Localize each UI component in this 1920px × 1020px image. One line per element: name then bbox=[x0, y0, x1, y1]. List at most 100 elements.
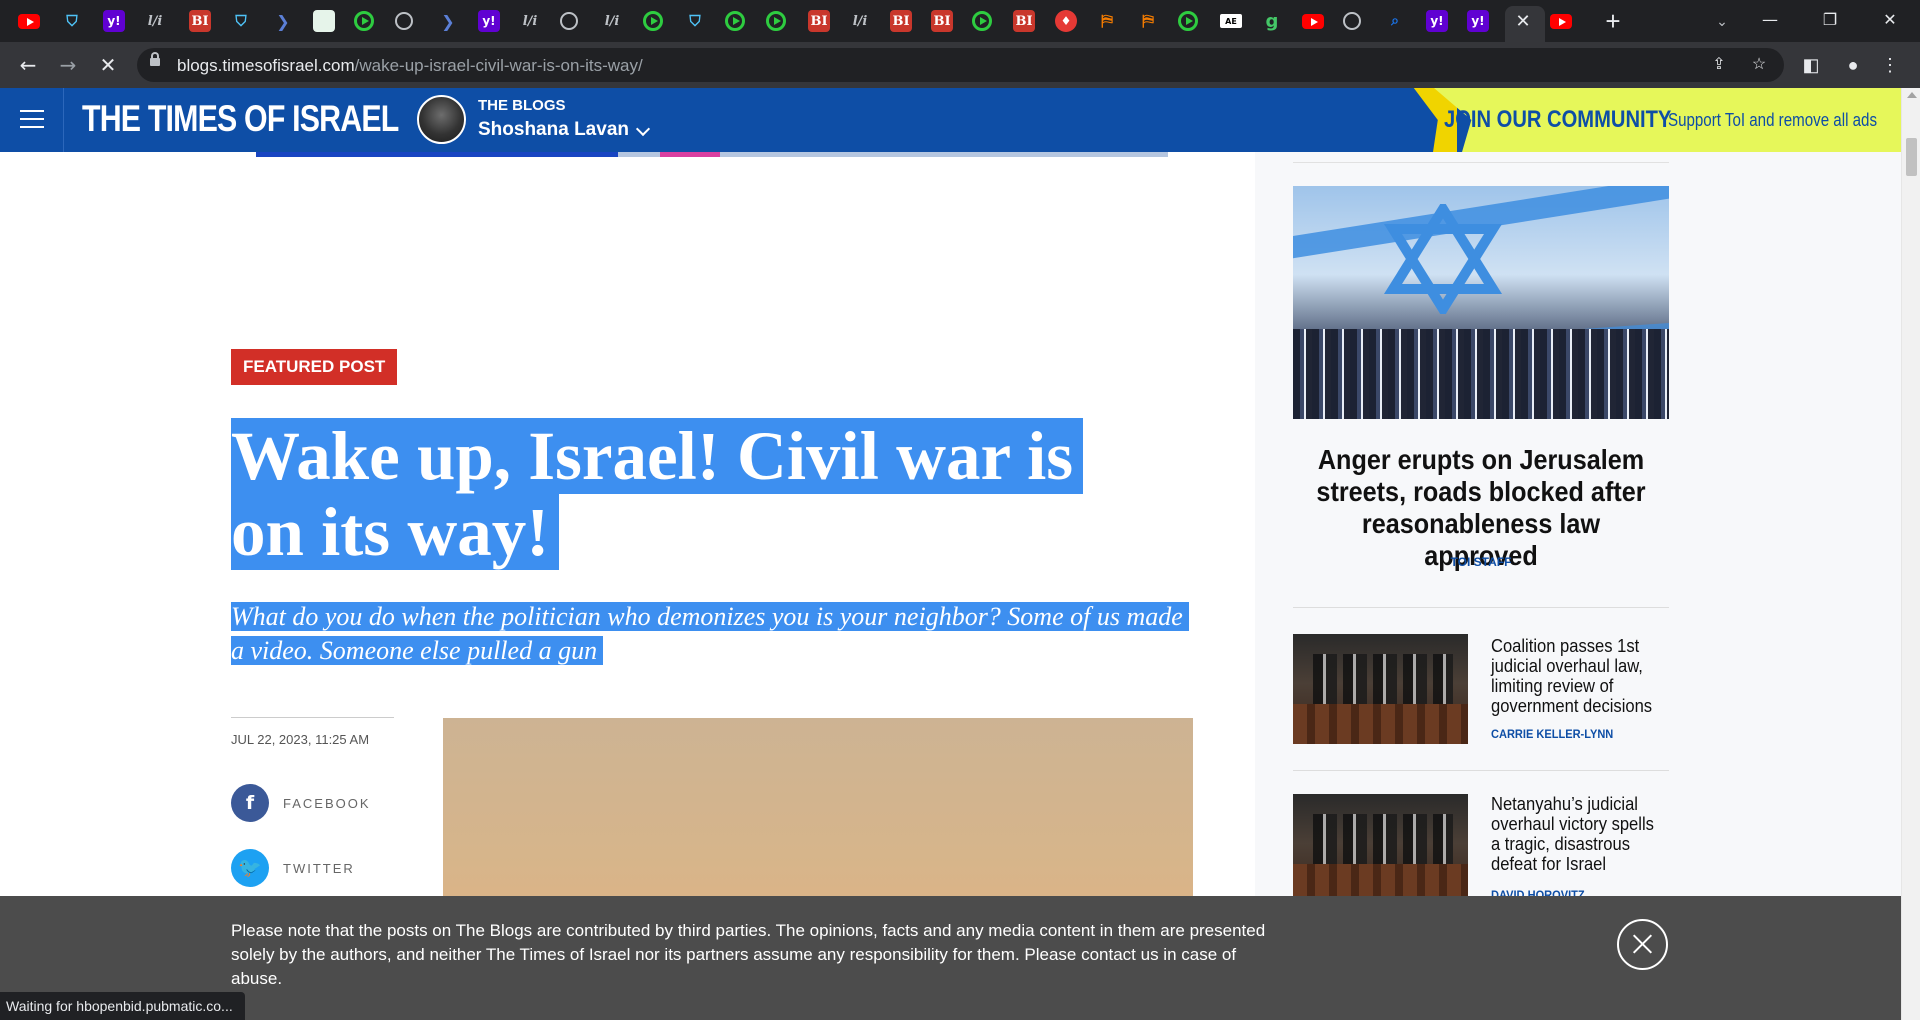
scroll-up-arrow-icon[interactable] bbox=[1907, 92, 1917, 98]
scrollbar-thumb[interactable] bbox=[1906, 138, 1917, 176]
sidebar-item-title[interactable]: Netanyahu’s judicial overhaul victory sp… bbox=[1491, 794, 1657, 874]
play-icon[interactable] bbox=[643, 11, 663, 31]
grid-icon[interactable] bbox=[313, 10, 335, 32]
shield-icon[interactable]: ⛉ bbox=[230, 10, 252, 32]
la-icon[interactable]: l/i bbox=[519, 10, 541, 32]
youtube-icon[interactable] bbox=[1302, 14, 1324, 29]
back-arrow-icon[interactable]: ← bbox=[12, 49, 44, 81]
youtube-icon[interactable] bbox=[1550, 14, 1572, 29]
play-icon[interactable] bbox=[725, 11, 745, 31]
yahoo-icon[interactable]: y! bbox=[1467, 10, 1489, 32]
close-window-icon[interactable]: ✕ bbox=[1860, 0, 1920, 40]
featured-post-badge[interactable]: FEATURED POST bbox=[231, 349, 398, 385]
sidebar-top-divider bbox=[1293, 162, 1669, 163]
blogs-label[interactable]: THE BLOGS bbox=[478, 97, 566, 114]
new-tab-button[interactable]: + bbox=[1598, 6, 1628, 36]
sidebar-item-thumbnail[interactable] bbox=[1293, 634, 1468, 744]
bi-icon[interactable]: BI bbox=[189, 10, 211, 32]
join-community-title[interactable]: JOIN OUR COMMUNITY bbox=[1444, 106, 1671, 134]
browser-tab-strip: ⛉ y! l/i BI ⛉ ❯ ❯ y! l/i l/i ⛉ BI l/i BI BI BI ♦ ⛿ ⛿ AE g ⌕ y!… bbox=[0, 0, 1920, 42]
mic-icon[interactable]: ♦ bbox=[1055, 10, 1077, 32]
search-icon[interactable]: ⌕ bbox=[1384, 10, 1406, 32]
sidebar-divider bbox=[1293, 607, 1669, 608]
play-icon[interactable] bbox=[972, 11, 992, 31]
book-icon[interactable]: ⛿ bbox=[1096, 10, 1118, 32]
globe-icon[interactable] bbox=[1343, 12, 1361, 30]
sidebar-item-title[interactable]: Coalition passes 1st judicial overhaul l… bbox=[1491, 636, 1657, 716]
thumbnail-figures bbox=[1313, 814, 1453, 874]
bi-icon[interactable]: BI bbox=[1013, 10, 1035, 32]
play-icon[interactable] bbox=[1178, 11, 1198, 31]
book-icon[interactable]: ⛿ bbox=[1137, 10, 1159, 32]
forward-arrow-icon[interactable]: → bbox=[52, 49, 84, 81]
publish-date: JUL 22, 2023, 11:25 AM bbox=[231, 732, 370, 747]
bookmark-star-icon[interactable]: ☆ bbox=[1748, 54, 1770, 76]
ad-banner-remnant-pink bbox=[660, 152, 720, 157]
vertical-scrollbar[interactable] bbox=[1901, 88, 1920, 1020]
address-bar[interactable]: blogs.timesofisrael.com/wake-up-israel-c… bbox=[137, 48, 1784, 82]
la-icon[interactable]: l/i bbox=[601, 10, 623, 32]
join-community-subtitle[interactable]: Support ToI and remove all ads bbox=[1668, 110, 1877, 131]
sidebar-item-author[interactable]: CARRIE KELLER-LYNN bbox=[1491, 727, 1613, 741]
share-facebook-button[interactable]: f FACEBOOK bbox=[231, 784, 401, 822]
yahoo-icon[interactable]: y! bbox=[103, 10, 125, 32]
g-icon[interactable]: g bbox=[1261, 10, 1283, 32]
arrow-icon[interactable]: ❯ bbox=[437, 10, 459, 32]
yahoo-icon[interactable]: y! bbox=[1426, 10, 1448, 32]
sidebar-item-thumbnail[interactable] bbox=[1293, 794, 1468, 904]
share-icon[interactable]: ⇪ bbox=[1708, 54, 1730, 76]
subhead-text: What do you do when the politician who d… bbox=[231, 602, 1189, 665]
shield-icon[interactable]: ⛉ bbox=[61, 10, 83, 32]
yahoo-icon[interactable]: y! bbox=[478, 10, 500, 32]
sidebar-divider bbox=[1293, 770, 1669, 771]
article-headline: Wake up, Israel! Civil war is on its way… bbox=[231, 418, 1161, 570]
restore-window-icon[interactable]: ❐ bbox=[1800, 0, 1860, 40]
chevron-down-icon[interactable] bbox=[635, 121, 651, 137]
bi-icon[interactable]: BI bbox=[808, 10, 830, 32]
crowd-silhouette bbox=[1293, 329, 1669, 419]
author-avatar[interactable] bbox=[417, 95, 466, 144]
browser-toolbar: ← → ✕ blogs.timesofisrael.com/wake-up-is… bbox=[0, 42, 1920, 88]
close-disclaimer-icon[interactable] bbox=[1617, 919, 1668, 970]
headline-text: Wake up, Israel! Civil war is on its way… bbox=[231, 418, 1084, 570]
play-icon[interactable] bbox=[766, 11, 786, 31]
sidebar-main-headline[interactable]: Anger erupts on Jerusalem streets, roads… bbox=[1312, 444, 1650, 572]
side-panel-icon[interactable]: ◧ bbox=[1795, 49, 1827, 81]
url-path: /wake-up-israel-civil-war-is-on-its-way/ bbox=[354, 56, 643, 75]
stop-loading-icon[interactable]: ✕ bbox=[92, 49, 124, 81]
arrow-icon[interactable]: ❯ bbox=[272, 10, 294, 32]
ae-icon[interactable]: AE bbox=[1220, 14, 1242, 28]
tab-search-icon[interactable]: ⌄ bbox=[1707, 6, 1737, 36]
profile-icon[interactable]: ● bbox=[1837, 49, 1869, 81]
author-name[interactable]: Shoshana Lavan bbox=[478, 119, 629, 141]
close-tab-icon[interactable]: ✕ bbox=[1511, 9, 1535, 33]
twitter-icon[interactable]: 🐦 bbox=[231, 849, 269, 887]
url-text[interactable]: blogs.timesofisrael.com/wake-up-israel-c… bbox=[177, 56, 643, 76]
share-label[interactable]: FACEBOOK bbox=[283, 796, 371, 811]
share-twitter-button[interactable]: 🐦 TWITTER bbox=[231, 849, 401, 887]
url-host: blogs.timesofisrael.com bbox=[177, 56, 355, 75]
bi-icon[interactable]: BI bbox=[890, 10, 912, 32]
globe-icon[interactable] bbox=[395, 12, 413, 30]
status-bubble: Waiting for hbopenbid.pubmatic.co... bbox=[0, 992, 245, 1020]
minimize-window-icon[interactable]: — bbox=[1740, 0, 1800, 40]
globe-icon[interactable] bbox=[560, 12, 578, 30]
hamburger-menu-icon[interactable] bbox=[20, 110, 44, 128]
more-menu-icon[interactable]: ⋮ bbox=[1874, 49, 1906, 81]
header-divider bbox=[63, 88, 64, 152]
la-icon[interactable]: l/i bbox=[144, 10, 166, 32]
youtube-icon[interactable] bbox=[18, 14, 40, 29]
bi-icon[interactable]: BI bbox=[931, 10, 953, 32]
star-of-david-icon bbox=[1383, 204, 1503, 314]
article-subhead: What do you do when the politician who d… bbox=[231, 600, 1201, 668]
shield-icon[interactable]: ⛉ bbox=[684, 10, 706, 32]
lock-icon[interactable] bbox=[150, 52, 160, 66]
sidebar-hero-image[interactable] bbox=[1293, 186, 1669, 419]
sidebar-main-author[interactable]: TOI STAFF bbox=[1293, 555, 1669, 569]
facebook-icon[interactable]: f bbox=[231, 784, 269, 822]
disclaimer-text: Please note that the posts on The Blogs … bbox=[231, 921, 1266, 988]
site-logo[interactable]: THE TIMES OF ISRAEL bbox=[82, 98, 399, 140]
play-icon[interactable] bbox=[354, 11, 374, 31]
la-icon[interactable]: l/i bbox=[849, 10, 871, 32]
share-label[interactable]: TWITTER bbox=[283, 861, 355, 876]
